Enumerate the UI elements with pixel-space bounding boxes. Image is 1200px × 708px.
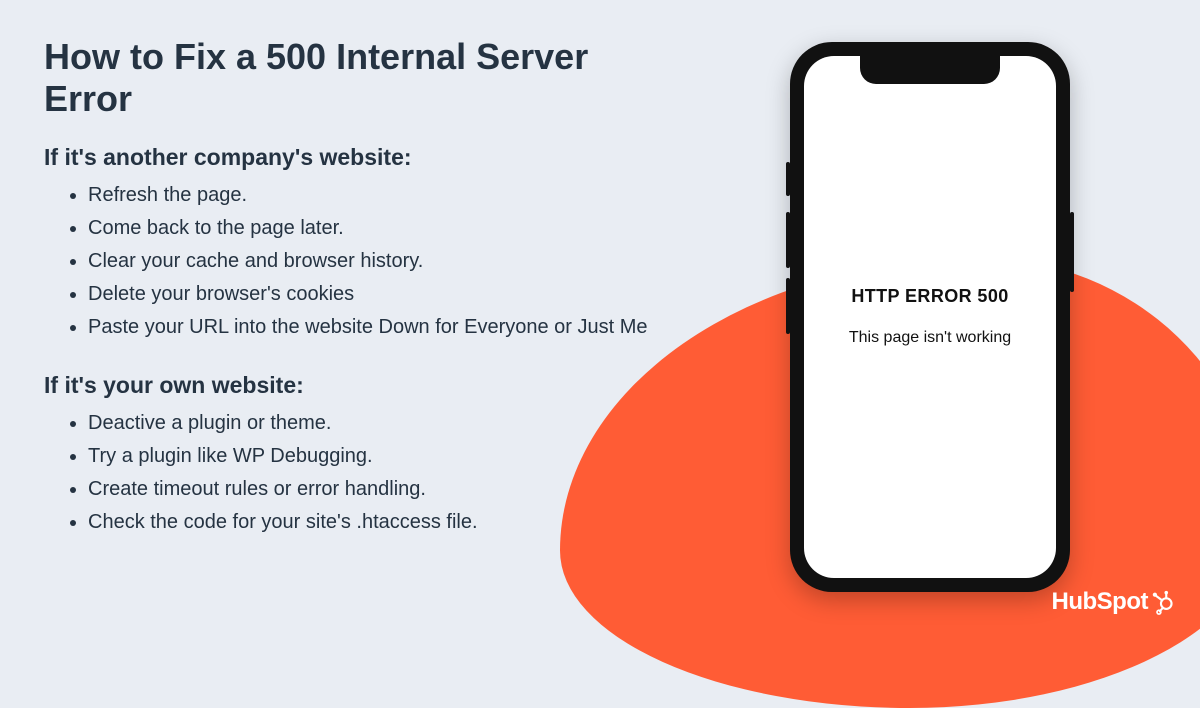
- list-item: Check the code for your site's .htaccess…: [88, 506, 684, 539]
- list-item: Clear your cache and browser history.: [88, 245, 684, 278]
- section1-list: Refresh the page. Come back to the page …: [44, 179, 684, 344]
- hubspot-logo: HubSpot: [1052, 588, 1176, 616]
- list-item: Deactive a plugin or theme.: [88, 407, 684, 440]
- list-item: Come back to the page later.: [88, 212, 684, 245]
- sprocket-icon: [1150, 589, 1176, 615]
- section1-heading: If it's another company's website:: [44, 144, 684, 171]
- brand-name: HubSpot: [1052, 588, 1148, 616]
- section2-list: Deactive a plugin or theme. Try a plugin…: [44, 407, 684, 539]
- error-subtitle: This page isn't working: [849, 327, 1011, 349]
- error-title: HTTP ERROR 500: [851, 286, 1008, 307]
- list-item: Refresh the page.: [88, 179, 684, 212]
- phone-mockup: HTTP ERROR 500 This page isn't working: [790, 42, 1070, 592]
- page-title: How to Fix a 500 Internal Server Error: [44, 36, 684, 120]
- phone-power-button: [1070, 212, 1074, 292]
- phone-volume-up: [786, 212, 790, 268]
- list-item: Create timeout rules or error handling.: [88, 473, 684, 506]
- list-item: Paste your URL into the website Down for…: [88, 311, 684, 344]
- phone-mute-switch: [786, 162, 790, 196]
- list-item: Delete your browser's cookies: [88, 278, 684, 311]
- main-content: How to Fix a 500 Internal Server Error I…: [44, 36, 684, 567]
- phone-notch: [860, 56, 1000, 84]
- phone-screen: HTTP ERROR 500 This page isn't working: [804, 56, 1056, 578]
- section2-heading: If it's your own website:: [44, 372, 684, 399]
- phone-volume-down: [786, 278, 790, 334]
- list-item: Try a plugin like WP Debugging.: [88, 440, 684, 473]
